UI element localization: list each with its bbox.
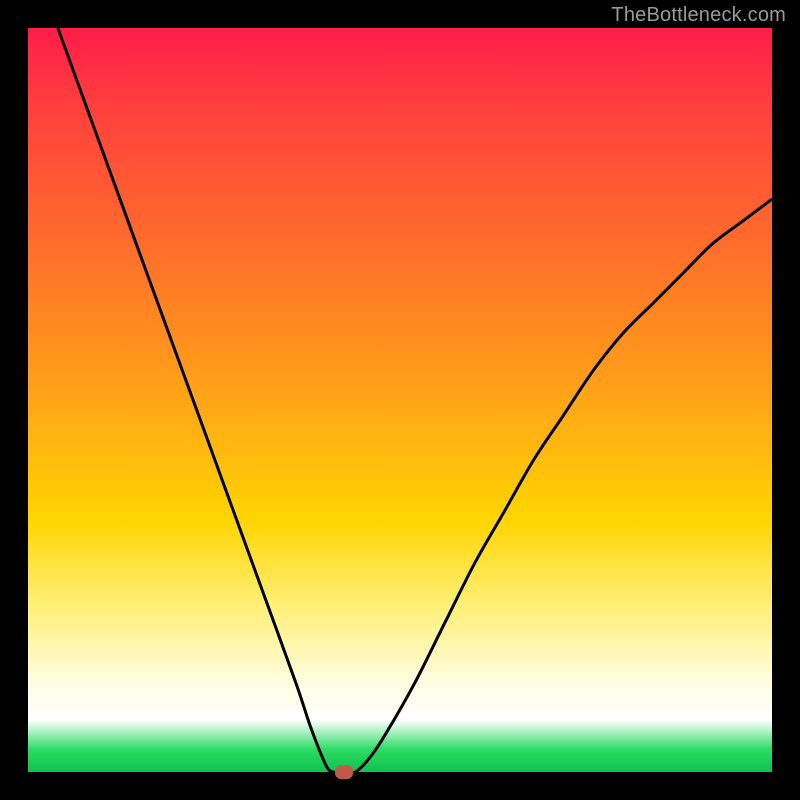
plot-area — [28, 28, 772, 772]
curve-path — [58, 28, 772, 773]
chart-frame: TheBottleneck.com — [0, 0, 800, 800]
optimal-point-marker — [335, 765, 353, 779]
watermark-text: TheBottleneck.com — [611, 4, 786, 27]
bottleneck-curve — [28, 28, 772, 772]
